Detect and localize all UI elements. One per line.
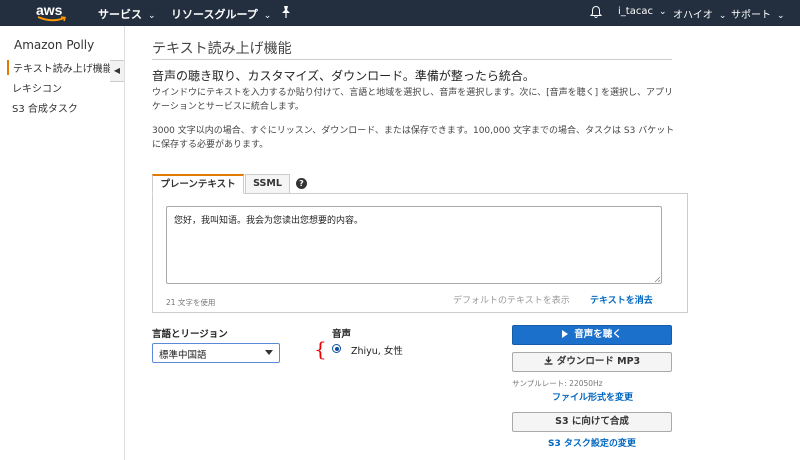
sidebar-title: Amazon Polly xyxy=(14,38,95,52)
chevron-down-icon: ⌄ xyxy=(263,11,272,21)
chevron-down-icon: ⌄ xyxy=(718,11,727,21)
listen-button-label: 音声を聴く xyxy=(574,329,622,340)
tab-ssml[interactable]: SSML xyxy=(245,174,290,194)
user-menu[interactable]: i_tacac ⌄ xyxy=(618,6,667,17)
pin-icon[interactable] xyxy=(280,5,292,19)
language-region-select[interactable]: 標準中国語 xyxy=(152,343,280,363)
resource-groups-label: リソースグループ xyxy=(171,8,258,21)
voice-option-label: Zhiyu, 女性 xyxy=(351,346,403,357)
character-count: 21 文字を使用 xyxy=(166,298,216,307)
language-region-label: 言語とリージョン xyxy=(152,329,228,340)
listen-button[interactable]: 音声を聴く xyxy=(512,325,672,345)
title-divider xyxy=(152,59,672,60)
chevron-left-icon: ◀ xyxy=(113,66,121,75)
aws-smile-icon xyxy=(37,16,66,22)
sample-rate-text: サンプルレート: 22050Hz xyxy=(512,379,603,388)
change-file-format-link[interactable]: ファイル形式を変更 xyxy=(552,390,633,403)
text-input-panel: 您好，我叫知语。我会为您读出您想要的内容。 21 文字を使用 デフォルトのテキス… xyxy=(152,193,688,313)
show-default-text-link[interactable]: デフォルトのテキストを表示 xyxy=(453,293,570,306)
language-selected-value: 標準中国語 xyxy=(159,350,207,361)
voice-radio-button[interactable] xyxy=(332,344,341,353)
play-icon xyxy=(562,330,569,338)
text-input[interactable]: 您好，我叫知语。我会为您读出您想要的内容。 xyxy=(166,206,662,284)
sidebar-item-s3-synthesis-tasks[interactable]: S3 合成タスク xyxy=(12,100,78,115)
description-paragraph-2: 3000 文字以内の場合、すぐにリッスン、ダウンロード、または保存できます。10… xyxy=(152,126,675,150)
services-menu[interactable]: サービス ⌄ xyxy=(98,6,156,22)
resource-groups-menu[interactable]: リソースグループ ⌄ xyxy=(171,6,271,22)
description-paragraph-1: ウインドウにテキストを入力するか貼り付けて、言語と地域を選択し、音声を選択します… xyxy=(152,88,673,112)
synthesize-to-s3-button[interactable]: S3 に向けて合成 xyxy=(512,412,672,432)
red-brace-annotation: { xyxy=(314,337,327,361)
sidebar-collapse-button[interactable]: ◀ xyxy=(110,60,125,82)
region-label: オハイオ xyxy=(673,10,713,21)
download-mp3-button[interactable]: ダウンロード MP3 xyxy=(512,352,672,372)
user-name: i_tacac xyxy=(618,6,653,17)
region-menu[interactable]: オハイオ ⌄ xyxy=(673,6,726,21)
chevron-down-icon: ⌄ xyxy=(777,11,785,21)
chevron-down-icon: ⌄ xyxy=(658,7,667,17)
tab-plain-text[interactable]: プレーンテキスト xyxy=(152,174,244,194)
page-subheading: 音声の聴き取り、カスタマイズ、ダウンロード。準備が整ったら統合。 xyxy=(152,69,535,83)
bell-icon[interactable] xyxy=(590,5,602,19)
support-label: サポート xyxy=(731,10,771,21)
dropdown-caret-icon xyxy=(265,350,273,355)
chevron-down-icon: ⌄ xyxy=(148,11,156,21)
top-navigation-bar: aws サービス ⌄ リソースグループ ⌄ i_tacac ⌄ オハイオ ⌄ サポート ⌄ xyxy=(0,0,800,26)
services-label: サービス xyxy=(98,8,142,21)
download-button-label: ダウンロード MP3 xyxy=(556,356,641,367)
support-menu[interactable]: サポート ⌄ xyxy=(731,6,785,21)
sidebar-item-lexicons[interactable]: レキシコン xyxy=(12,80,62,95)
voice-label: 音声 xyxy=(332,329,352,340)
help-icon[interactable]: ? xyxy=(296,178,307,189)
download-icon xyxy=(544,356,553,365)
sidebar: Amazon Polly テキスト読み上げ機能 レキシコン S3 合成タスク xyxy=(0,26,113,460)
page-title: テキスト読み上げ機能 xyxy=(152,41,292,57)
clear-text-link[interactable]: テキストを消去 xyxy=(590,293,653,306)
aws-logo[interactable]: aws xyxy=(36,2,70,24)
main-content: テキスト読み上げ機能 音声の聴き取り、カスタマイズ、ダウンロード。準備が整ったら… xyxy=(125,26,800,460)
resize-grip-icon[interactable] xyxy=(653,275,661,283)
sidebar-item-text-to-speech[interactable]: テキスト読み上げ機能 xyxy=(7,60,113,75)
change-s3-task-settings-link[interactable]: S3 タスク設定の変更 xyxy=(548,436,636,449)
